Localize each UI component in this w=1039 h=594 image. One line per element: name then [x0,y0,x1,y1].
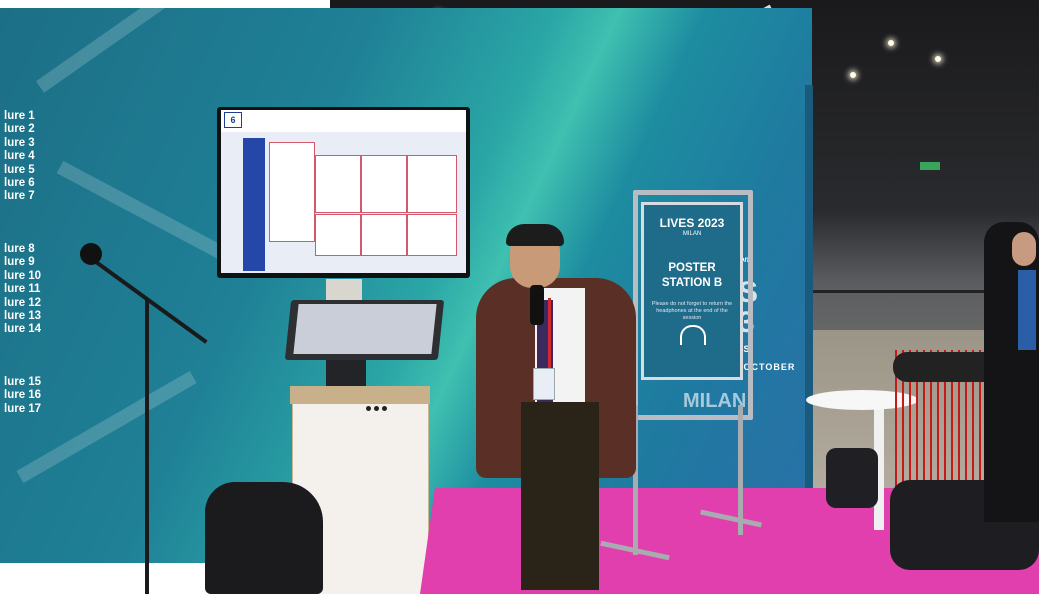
staff-person-scarf [1018,270,1036,350]
figure-label: lure 4 [4,150,35,163]
handheld-microphone-icon [530,285,544,325]
figure-label: lure 13 [4,310,42,323]
poster-panel [269,142,315,242]
black-bag [826,448,878,508]
poster-panel [361,155,407,213]
figure-label: lure 1 [4,110,35,122]
figure-label: lure 15 [4,376,42,388]
figure-list-group-3: lure 15 lure 16 lure 17 [4,376,41,416]
poster-panel [407,214,457,256]
presenter-badge [533,368,555,400]
kiosk-dot [382,406,387,411]
headphones-icon [680,325,706,345]
figure-label: lure 10 [4,269,42,282]
figure-label: lure 8 [4,243,35,255]
sign-title: POSTER STATION B [644,261,740,291]
figure-label: lure 5 [4,163,35,176]
poster-panel [361,214,407,256]
figure-label: lure 17 [4,402,42,415]
poster-side-band [243,138,265,271]
poster-header [221,110,466,132]
staff-person [984,222,1039,522]
poster-panel [407,155,457,213]
tv-stand [326,279,362,301]
kiosk-touchscreen [293,304,437,354]
presenter-trousers [521,402,599,590]
kiosk-dot [366,406,371,411]
ceiling-light [888,40,894,46]
kiosk-cabinet-top [290,386,430,404]
sign-note: Please do not forget to return the headp… [651,301,733,321]
photo-scene: lure 1 lure 2 lure 3 lure 4 lure 5 lure … [0,0,1039,594]
sign-city: MILAN [682,231,702,237]
poster-panel [315,155,361,213]
poster-number: 6 [224,112,242,128]
tv-poster-display: 6 [221,110,466,273]
kiosk-dot [374,406,379,411]
figure-label: lure 16 [4,389,42,402]
figure-label: lure 11 [4,283,41,296]
figure-label: lure 12 [4,296,42,309]
presenter-lanyard [548,298,551,370]
queue-barrier [808,290,988,348]
booth-wall-edge [805,85,813,505]
figure-list-group-2: lure 8 lure 9 lure 10 lure 11 lure 12 lu… [4,243,41,337]
mic-stand-pole [145,300,149,594]
backpack [205,482,323,594]
figure-label: lure 9 [4,256,35,269]
figure-label: lure 14 [4,323,42,336]
staff-person-face [1012,232,1036,266]
sign-title-line-1: POSTER [668,262,716,274]
sign-brand: LIVES 2023 [659,216,725,230]
figure-label: lure 3 [4,136,35,149]
sign-title-line-2: STATION B [661,277,723,289]
microphone-icon [80,243,102,265]
figure-label: lure 6 [4,177,35,190]
figure-list-group-1: lure 1 lure 2 lure 3 lure 4 lure 5 lure … [4,110,35,204]
figure-label: lure 7 [4,190,35,203]
easel-leg [738,405,743,535]
ceiling-light [850,72,856,78]
figure-label: lure 2 [4,123,35,136]
presenter-headphones [506,224,564,246]
ceiling-light [935,56,941,62]
exit-sign [920,162,940,170]
poster-station-sign: LIVES 2023 MILAN POSTER STATION B Please… [641,202,743,380]
poster-panel [315,214,361,256]
